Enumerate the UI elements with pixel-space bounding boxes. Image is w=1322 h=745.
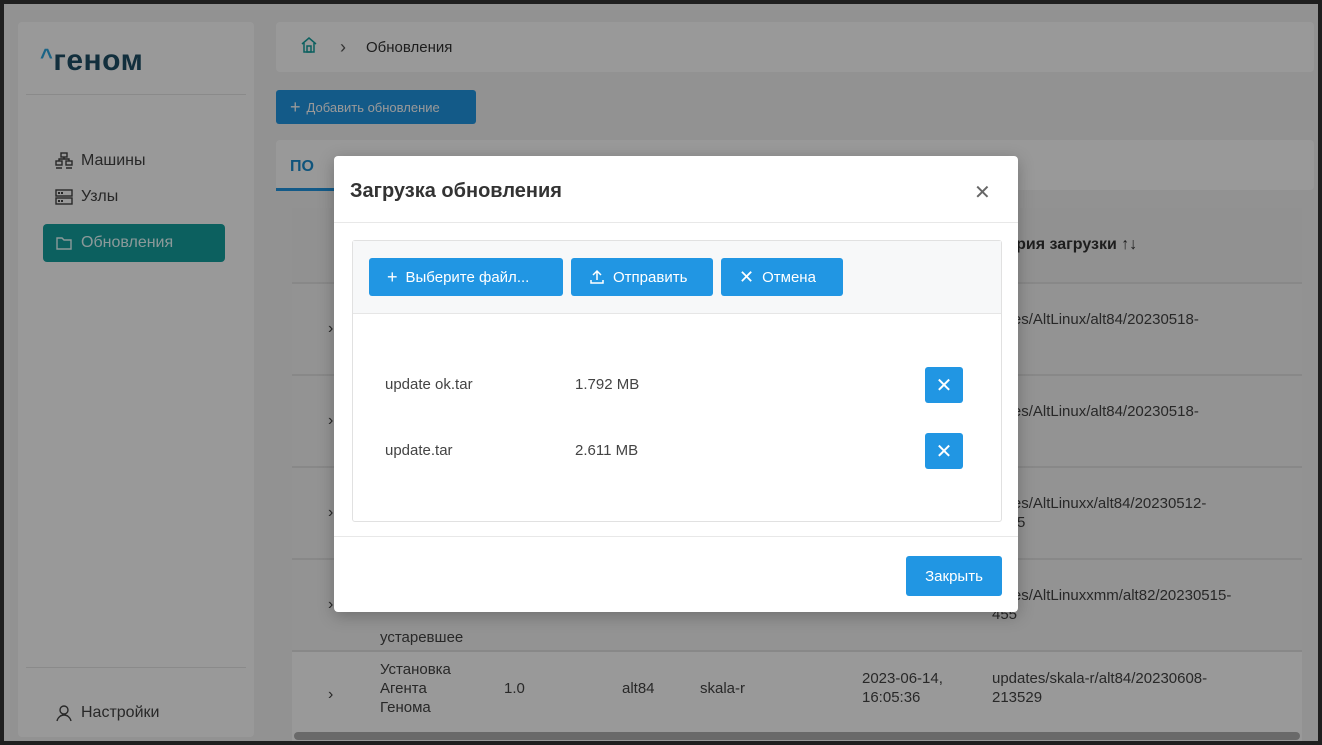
dialog-title: Загрузка обновления bbox=[350, 180, 562, 202]
upload-icon bbox=[589, 269, 605, 285]
close-icon[interactable]: ✕ bbox=[974, 180, 991, 205]
upload-toolbar: + Выберите файл... Отправить ✕ Отмена bbox=[353, 241, 1001, 314]
file-name: update ok.tar bbox=[385, 376, 473, 393]
upload-button[interactable]: Отправить bbox=[571, 258, 713, 296]
cancel-icon: ✕ bbox=[739, 266, 755, 287]
remove-file-button[interactable]: ✕ bbox=[925, 433, 963, 469]
dialog-divider bbox=[334, 222, 1018, 223]
file-list-item: update.tar 2.611 MB ✕ bbox=[353, 431, 1001, 471]
choose-file-button[interactable]: + Выберите файл... bbox=[369, 258, 563, 296]
plus-icon: + bbox=[387, 266, 398, 287]
close-icon: ✕ bbox=[935, 374, 953, 397]
close-button[interactable]: Закрыть bbox=[906, 556, 1002, 596]
file-size: 2.611 MB bbox=[575, 442, 639, 459]
file-size: 1.792 MB bbox=[575, 376, 640, 393]
file-upload: + Выберите файл... Отправить ✕ Отмена up… bbox=[352, 240, 1002, 522]
cancel-upload-button[interactable]: ✕ Отмена bbox=[721, 258, 843, 296]
upload-dialog: Загрузка обновления ✕ + Выберите файл...… bbox=[334, 156, 1018, 612]
app-window: ^геном Машины Узлы Обновления Настройки … bbox=[4, 4, 1318, 741]
file-name: update.tar bbox=[385, 442, 453, 459]
file-list-item: update ok.tar 1.792 MB ✕ bbox=[353, 365, 1001, 405]
close-icon: ✕ bbox=[935, 440, 953, 463]
remove-file-button[interactable]: ✕ bbox=[925, 367, 963, 403]
dialog-divider bbox=[334, 536, 1018, 537]
